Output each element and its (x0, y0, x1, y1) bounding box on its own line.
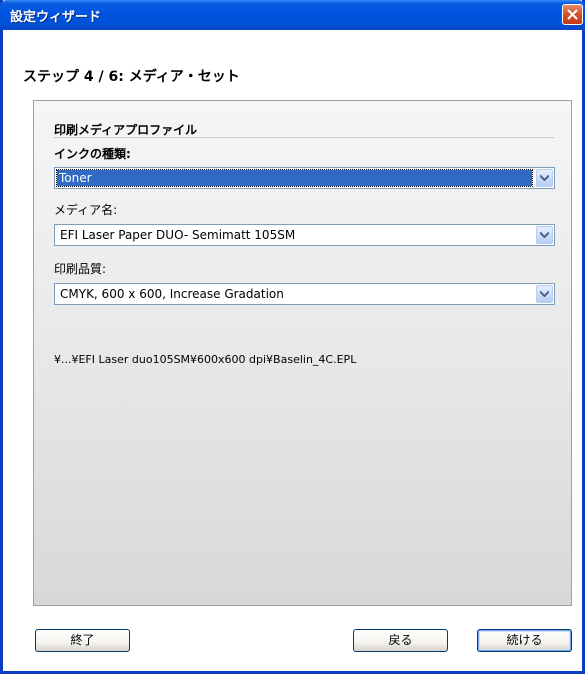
next-button[interactable]: 続ける (477, 629, 572, 652)
section-divider (54, 137, 554, 138)
media-name-label: メディア名: (54, 203, 118, 217)
print-quality-dropdown-button[interactable] (536, 285, 553, 303)
chevron-down-icon (540, 175, 549, 181)
finish-button[interactable]: 終了 (35, 629, 130, 652)
ink-type-value: Toner (56, 169, 533, 187)
chevron-down-icon (540, 232, 549, 238)
media-name-value: EFI Laser Paper DUO- Semimatt 105SM (60, 228, 296, 242)
profile-path-text: ¥...¥EFI Laser duo105SM¥600x600 dpi¥Base… (54, 353, 357, 366)
ink-type-label: インクの種類: (54, 147, 131, 161)
print-quality-select[interactable]: CMYK, 600 x 600, Increase Gradation (54, 283, 555, 305)
window-title: 設定ウィザード (10, 10, 102, 25)
media-name-dropdown-button[interactable] (536, 226, 553, 244)
print-quality-label: 印刷品質: (54, 262, 107, 276)
print-quality-value: CMYK, 600 x 600, Increase Gradation (60, 287, 284, 301)
media-name-select[interactable]: EFI Laser Paper DUO- Semimatt 105SM (54, 224, 555, 246)
step-title: ステップ 4 / 6: メディア・セット (23, 69, 240, 85)
close-button[interactable] (562, 4, 583, 25)
wizard-content: ステップ 4 / 6: メディア・セット 印刷メディアプロファイル インクの種類… (3, 30, 582, 671)
chevron-down-icon (540, 291, 549, 297)
ink-type-select[interactable]: Toner (54, 167, 555, 189)
section-title: 印刷メディアプロファイル (54, 123, 198, 137)
back-button[interactable]: 戻る (353, 629, 448, 652)
close-icon (567, 9, 578, 20)
wizard-window: 設定ウィザード ステップ 4 / 6: メディア・セット 印刷メディアプロファイ… (0, 0, 585, 674)
title-bar[interactable]: 設定ウィザード (0, 0, 585, 30)
ink-type-dropdown-button[interactable] (536, 169, 553, 187)
media-panel: 印刷メディアプロファイル インクの種類: Toner メディア名: EFI La… (33, 100, 572, 606)
